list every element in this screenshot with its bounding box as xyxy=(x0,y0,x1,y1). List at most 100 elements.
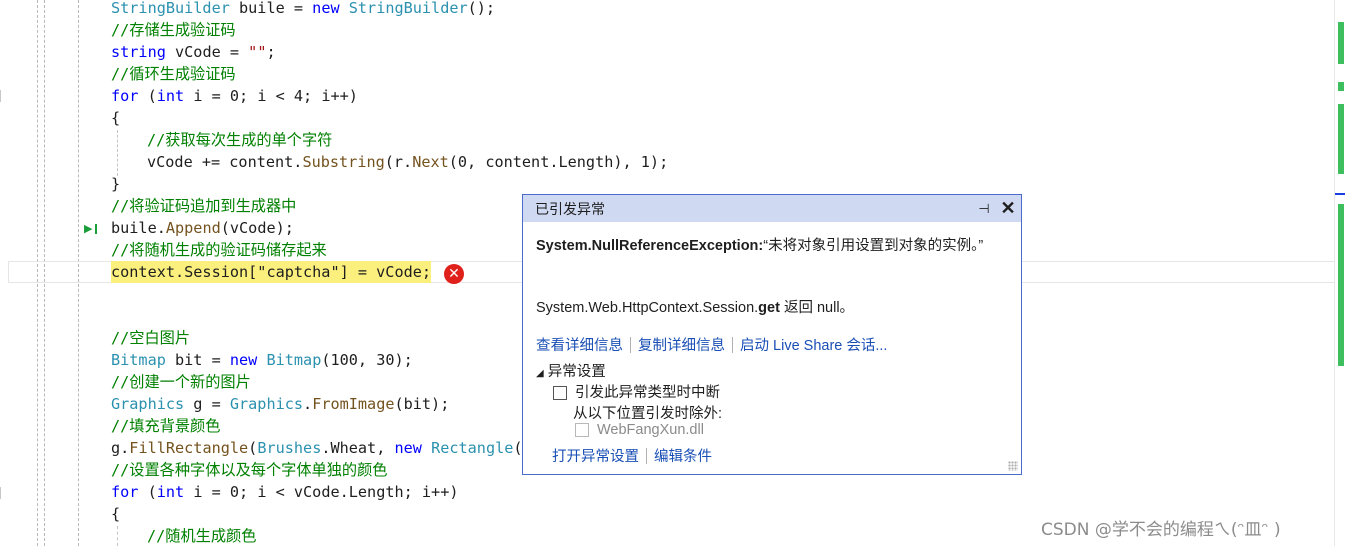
token: string xyxy=(111,43,166,61)
caret-position-marker xyxy=(1335,193,1345,195)
code-comment[interactable]: //循环生成验证码 xyxy=(111,63,236,85)
token: (bit); xyxy=(394,395,450,413)
code-line[interactable]: buile.Append(vCode); xyxy=(111,217,294,239)
dll-label: WebFangXun.dll xyxy=(597,422,704,438)
token: buile = xyxy=(229,0,313,17)
code-comment[interactable]: //填充背景颜色 xyxy=(111,415,220,437)
exception-popup[interactable]: 已引发异常 ⊣ ✕ System.NullReferenceException:… xyxy=(522,194,1022,475)
collapse-triangle-icon: ◢ xyxy=(536,368,544,379)
code-line[interactable]: } xyxy=(111,173,120,195)
token: new xyxy=(229,351,258,369)
break-checkbox[interactable] xyxy=(553,386,567,401)
token: ( xyxy=(138,87,157,105)
break-checkbox-label: 引发此异常类型时中断 xyxy=(575,385,720,401)
link-separator xyxy=(732,336,733,353)
link-separator xyxy=(646,447,647,464)
token: Substring xyxy=(302,153,385,171)
code-comment[interactable]: //随机生成颜色 xyxy=(147,525,256,547)
copy-details-link[interactable]: 复制详细信息 xyxy=(638,334,725,355)
token: (vCode); xyxy=(220,219,294,237)
next-statement-bar xyxy=(95,224,97,234)
token: for xyxy=(111,483,139,501)
token: for xyxy=(111,87,139,105)
exception-line[interactable]: context.Session["captcha"] = vCode; xyxy=(111,261,432,283)
token: StringBuilder xyxy=(111,0,230,17)
code-line[interactable]: Graphics g = Graphics.FromImage(bit); xyxy=(111,393,449,415)
token: Bitmap xyxy=(111,351,166,369)
code-line[interactable]: for (int i = 0; i < vCode.Length; i++) xyxy=(111,481,458,503)
next-statement-arrow-icon[interactable]: ▶ xyxy=(84,222,92,235)
token: vCode += content. xyxy=(147,153,303,171)
code-line[interactable]: { xyxy=(111,503,120,525)
token: new xyxy=(312,0,340,17)
code-comment[interactable]: //存储生成验证码 xyxy=(111,19,236,41)
null-get: get xyxy=(758,300,780,316)
view-details-link[interactable]: 查看详细信息 xyxy=(536,334,623,355)
token: ; xyxy=(266,43,276,61)
token: g. xyxy=(111,439,130,457)
open-exception-settings-link[interactable]: 打开异常设置 xyxy=(552,445,639,466)
token: ( xyxy=(248,439,258,457)
token: FillRectangle xyxy=(129,439,249,457)
token: Rectangle xyxy=(431,439,514,457)
change-marker xyxy=(1338,204,1344,366)
resize-grip-icon[interactable] xyxy=(1008,461,1018,471)
code-line[interactable]: g.FillRectangle(Brushes.Wheat, new Recta… xyxy=(111,437,532,459)
except-from-label: 从以下位置引发时除外: xyxy=(573,406,723,422)
token: Append xyxy=(165,219,221,237)
token: Bitmap xyxy=(266,351,322,369)
token: (0, content.Length), 1); xyxy=(448,153,669,171)
token: (); xyxy=(467,0,496,17)
code-comment[interactable]: //空白图片 xyxy=(111,327,190,349)
code-line[interactable]: for (int i = 0; i < 4; i++) xyxy=(111,85,358,107)
live-share-link[interactable]: 启动 Live Share 会话... xyxy=(740,334,887,355)
action-links: 查看详细信息 复制详细信息 启动 Live Share 会话... xyxy=(536,334,887,355)
code-comment[interactable]: //创建一个新的图片 xyxy=(111,371,251,393)
outline-marker[interactable] xyxy=(0,487,5,499)
code-line[interactable]: vCode += content.Substring(r.Next(0, con… xyxy=(147,151,668,173)
code-line[interactable]: StringBuilder buile = new StringBuilder(… xyxy=(111,0,495,19)
token: FromImage xyxy=(312,395,395,413)
token: int xyxy=(156,87,185,105)
dll-exclusion-option: WebFangXun.dll xyxy=(575,422,704,438)
close-icon[interactable]: ✕ xyxy=(995,198,1021,219)
vertical-scrollbar[interactable] xyxy=(1334,0,1345,546)
popup-header[interactable]: 已引发异常 ⊣ ✕ xyxy=(523,195,1021,222)
settings-title: 异常设置 xyxy=(547,364,606,380)
token: bit = xyxy=(165,351,230,369)
link-separator xyxy=(630,336,631,353)
token: . xyxy=(303,395,313,413)
popup-title: 已引发异常 xyxy=(535,200,605,217)
change-marker xyxy=(1338,104,1344,174)
code-line[interactable]: string vCode = ""; xyxy=(111,41,276,63)
token: Graphics xyxy=(229,395,304,413)
edit-conditions-link[interactable]: 编辑条件 xyxy=(654,445,712,466)
code-comment[interactable]: //将随机生成的验证码储存起来 xyxy=(111,239,327,261)
token: i = 0; i < 4; i++) xyxy=(184,87,358,105)
token: (r. xyxy=(384,153,413,171)
dll-checkbox xyxy=(575,423,589,438)
token: (100, 30); xyxy=(321,351,413,369)
token: i = 0; i < vCode.Length; i++) xyxy=(184,483,459,501)
code-comment[interactable]: //将验证码追加到生成器中 xyxy=(111,195,296,217)
token: vCode = xyxy=(165,43,249,61)
code-comment[interactable]: //获取每次生成的单个字符 xyxy=(147,129,332,151)
code-line[interactable]: Bitmap bit = new Bitmap(100, 30); xyxy=(111,349,413,371)
token: ( xyxy=(138,483,157,501)
error-icon[interactable]: ✕ xyxy=(444,264,464,284)
token: "" xyxy=(248,43,267,61)
token: .Wheat, xyxy=(321,439,395,457)
exception-settings-toggle[interactable]: ◢ 异常设置 xyxy=(536,360,606,381)
token: Next xyxy=(412,153,449,171)
pin-icon[interactable]: ⊣ xyxy=(973,201,995,217)
token: Graphics xyxy=(111,395,185,413)
code-comment[interactable]: //设置各种字体以及每个字体单独的颜色 xyxy=(111,459,387,481)
watermark: CSDN @学不会的编程ㄟ(ᵔ皿ᵔ ) xyxy=(1041,520,1281,540)
exception-message: System.NullReferenceException:“未将对象引用设置到… xyxy=(536,236,1006,257)
break-on-exception-option[interactable]: 引发此异常类型时中断 xyxy=(553,381,720,402)
outline-marker[interactable] xyxy=(0,90,5,102)
settings-links: 打开异常设置 编辑条件 xyxy=(552,445,712,466)
code-line[interactable]: { xyxy=(111,107,120,129)
